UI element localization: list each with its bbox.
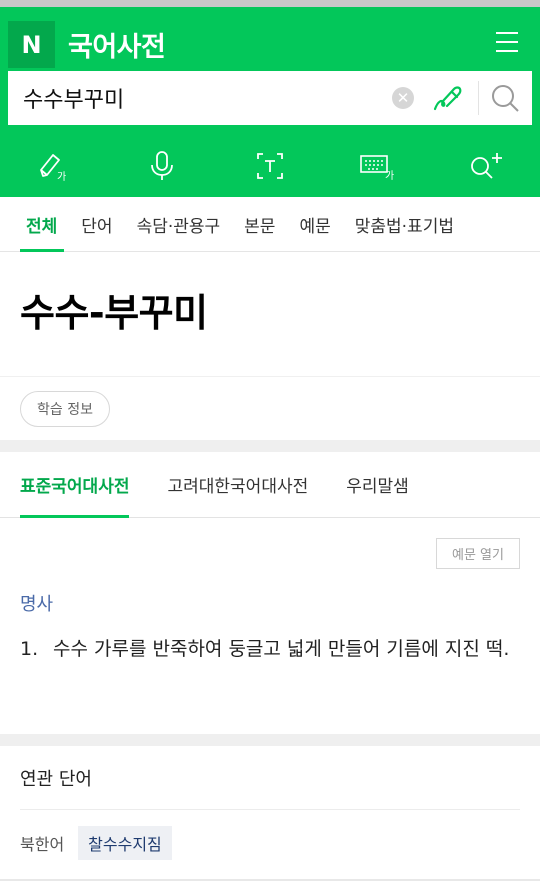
app-title[interactable]: 국어사전	[68, 25, 166, 64]
section-divider	[0, 734, 540, 746]
text-recognition-icon	[257, 153, 283, 179]
related-words-section: 연관 단어 북한어 찰수수지짐	[0, 746, 540, 876]
keyboard-tool[interactable]: 가	[324, 135, 432, 197]
clear-icon[interactable]: ✕	[392, 87, 414, 109]
study-info-button[interactable]: 학습 정보	[20, 390, 110, 427]
advanced-search-tool[interactable]	[432, 135, 540, 197]
sense-text: 수수 가루를 반죽하여 둥글고 넓게 만들어 기름에 지진 떡.	[53, 638, 510, 660]
naver-logo[interactable]: N	[8, 21, 55, 68]
tab-words[interactable]: 단어	[74, 197, 119, 251]
entry-header: 수수-부꾸미	[0, 252, 540, 377]
sense-item: 1. 수수 가루를 반죽하여 둥글고 넓게 만들어 기름에 지진 떡.	[20, 632, 516, 666]
app-header: N 국어사전 ✕ 가	[0, 7, 540, 197]
tab-korea-univ-dictionary[interactable]: 고려대한국어대사전	[167, 452, 308, 517]
search-plus-icon	[471, 153, 502, 179]
related-word-link[interactable]: 찰수수지짐	[78, 826, 172, 860]
tab-standard-dictionary[interactable]: 표준국어대사전	[20, 452, 130, 518]
related-label: 북한어	[20, 835, 65, 854]
sense-number: 1.	[20, 638, 39, 660]
tab-all[interactable]: 전체	[20, 197, 65, 252]
definition-section: 예문 열기 명사 1. 수수 가루를 반죽하여 둥글고 넓게 만들어 기름에 지…	[0, 518, 540, 734]
svg-text:가: 가	[57, 171, 66, 182]
tab-spelling[interactable]: 맞춤법·표기법	[348, 197, 461, 251]
part-of-speech: 명사	[20, 594, 54, 615]
search-category-tabs: 전체 단어 속담·관용구 본문 예문 맞춤법·표기법	[0, 197, 540, 252]
keyboard-icon: 가	[360, 155, 394, 181]
related-words-title: 연관 단어	[20, 746, 520, 810]
hamburger-menu-icon[interactable]	[496, 32, 518, 52]
microphone-icon	[151, 151, 173, 180]
dictionary-tabs: 표준국어대사전 고려대한국어대사전 우리말샘	[0, 452, 540, 518]
tab-idioms[interactable]: 속담·관용구	[130, 197, 228, 251]
example-toggle-button[interactable]: 예문 열기	[436, 538, 520, 569]
section-divider	[0, 440, 540, 452]
text-recognition-tool[interactable]	[216, 135, 324, 197]
input-tools: 가 가	[0, 135, 540, 197]
related-row: 북한어 찰수수지짐	[20, 810, 520, 876]
search-icon[interactable]	[488, 83, 522, 113]
handwriting-pen-icon[interactable]	[432, 83, 466, 113]
handwriting-tool[interactable]: 가	[0, 135, 108, 197]
svg-text:가: 가	[385, 170, 394, 181]
search-box: ✕	[8, 71, 532, 125]
tab-body[interactable]: 본문	[237, 197, 282, 251]
handwriting-icon: 가	[40, 154, 66, 182]
tab-urimalsaem[interactable]: 우리말샘	[346, 452, 409, 517]
voice-tool[interactable]	[108, 135, 216, 197]
search-input[interactable]	[23, 71, 373, 125]
study-row: 학습 정보	[0, 377, 540, 440]
tab-examples[interactable]: 예문	[292, 197, 337, 251]
status-bar	[0, 0, 540, 7]
entry-word: 수수-부꾸미	[20, 290, 208, 335]
search-divider	[478, 81, 479, 115]
